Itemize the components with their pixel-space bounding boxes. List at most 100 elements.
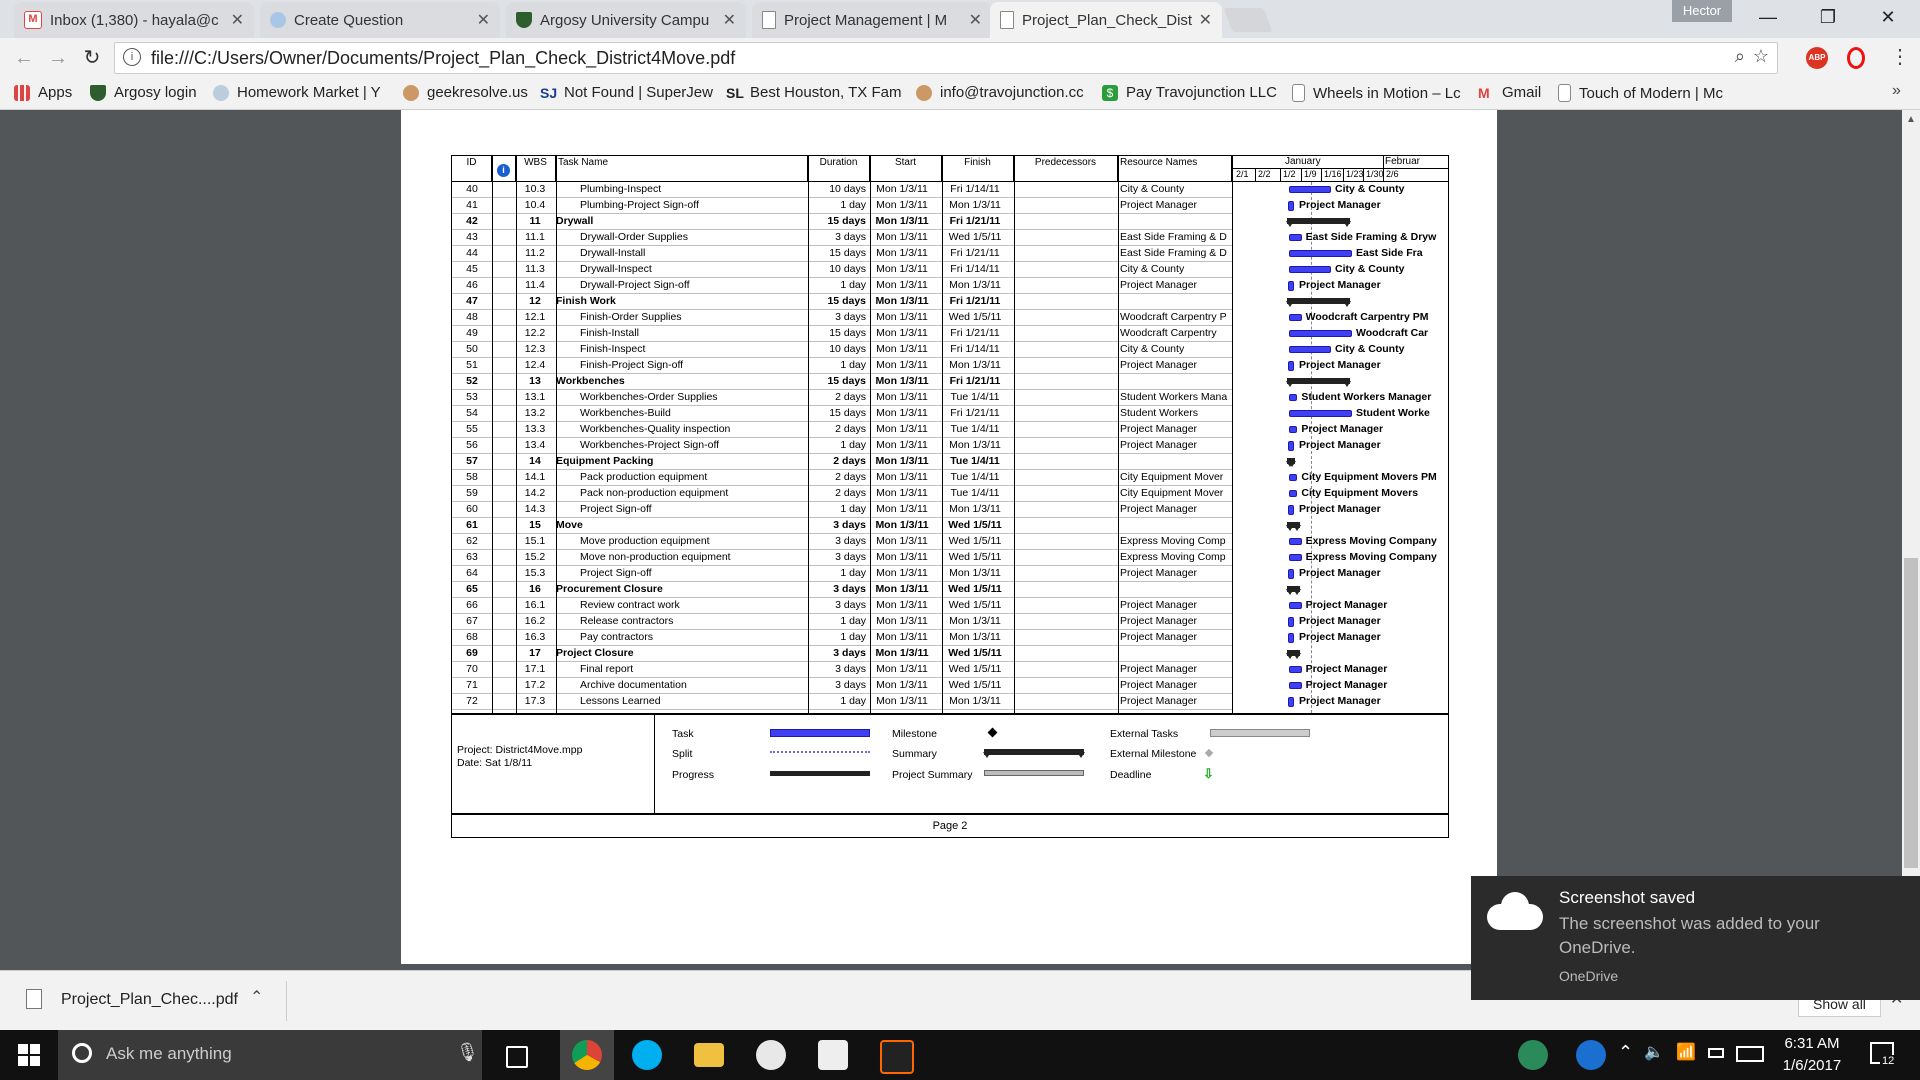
bar-resource-label: East Side Fra xyxy=(1356,247,1423,259)
close-icon[interactable]: ✕ xyxy=(231,10,244,30)
close-icon[interactable]: ✕ xyxy=(723,10,736,30)
table-row[interactable]: 44 11.2 Drywall-Install 15 days Mon 1/3/11 Fr… xyxy=(452,246,1232,262)
bookmark-gmail[interactable]: M Gmail xyxy=(1478,84,1541,101)
table-row[interactable]: 56 13.4 Workbenches-Project Sign-off 1 day M… xyxy=(452,438,1232,454)
info-icon[interactable]: i xyxy=(123,48,141,66)
bookmark-geekresolve[interactable]: geekresolve.us xyxy=(403,84,528,101)
table-row[interactable]: 40 10.3 Plumbing-Inspect 10 days Mon 1/3/11 F… xyxy=(452,182,1232,198)
file-explorer-icon[interactable] xyxy=(694,1043,724,1067)
close-icon[interactable]: ✕ xyxy=(477,10,490,30)
reload-icon[interactable]: ↻ xyxy=(78,44,106,72)
battery-icon[interactable] xyxy=(1708,1048,1724,1058)
table-row[interactable]: 49 12.2 Finish-Install 15 days Mon 1/3/11 Fri… xyxy=(452,326,1232,342)
table-row[interactable]: 48 12.1 Finish-Order Supplies 3 days Mon 1/3… xyxy=(452,310,1232,326)
skype-icon[interactable] xyxy=(632,1040,662,1070)
table-row[interactable]: 60 14.3 Project Sign-off 1 day Mon 1/3/11 Mon… xyxy=(452,502,1232,518)
adblock-icon[interactable]: ABP xyxy=(1806,47,1828,69)
table-row[interactable]: 46 11.4 Drywall-Project Sign-off 1 day Mon 1… xyxy=(452,278,1232,294)
profile-button[interactable]: Hector xyxy=(1672,0,1732,22)
bookmark-best-houston[interactable]: SL Best Houston, TX Fam xyxy=(726,84,901,101)
bookmark-apps[interactable]: Apps xyxy=(14,84,72,101)
tab-create-question[interactable]: Create Question ✕ xyxy=(260,2,500,38)
download-filename[interactable]: Project_Plan_Chec....pdf xyxy=(61,991,238,1009)
table-row[interactable]: 58 14.1 Pack production equipment 2 days Mon… xyxy=(452,470,1232,486)
more-bookmarks-icon[interactable]: » xyxy=(1892,82,1901,100)
clock-time[interactable]: 6:31 AM xyxy=(1782,1035,1842,1052)
vertical-scrollbar[interactable]: ▲ xyxy=(1902,110,1920,970)
table-row[interactable]: 41 10.4 Plumbing-Project Sign-off 1 day Mon … xyxy=(452,198,1232,214)
forward-arrow-icon[interactable]: → xyxy=(44,44,72,72)
zoom-icon[interactable]: ⌕ xyxy=(1735,46,1745,67)
tab-argosy[interactable]: Argosy University Campu ✕ xyxy=(506,2,746,38)
table-row[interactable]: 64 15.3 Project Sign-off 1 day Mon 1/3/11 Mon… xyxy=(452,566,1232,582)
cell-wbs: 10.4 xyxy=(524,199,546,211)
table-row[interactable]: 61 15 Move 3 days Mon 1/3/11 Wed 1/5/11 xyxy=(452,518,1232,534)
flame-app-icon[interactable] xyxy=(880,1040,914,1074)
windows-start-icon[interactable] xyxy=(18,1044,40,1066)
opera-icon[interactable] xyxy=(1847,47,1865,69)
tab-project-management[interactable]: Project Management | M ✕ xyxy=(752,2,992,38)
volume-icon[interactable]: 🔈 xyxy=(1644,1042,1664,1062)
close-icon[interactable]: ✕ xyxy=(1199,10,1212,30)
bookmark-argosy-login[interactable]: Argosy login xyxy=(90,84,197,101)
bookmark-star-icon[interactable]: ☆ xyxy=(1753,46,1769,67)
bookmark-superjew[interactable]: SJ Not Found | SuperJew xyxy=(540,84,713,101)
table-row[interactable]: 52 13 Workbenches 15 days Mon 1/3/11 Fri 1/21… xyxy=(452,374,1232,390)
table-row[interactable]: 68 16.3 Pay contractors 1 day Mon 1/3/11 Mon … xyxy=(452,630,1232,646)
table-row[interactable]: 57 14 Equipment Packing 2 days Mon 1/3/11 Tue… xyxy=(452,454,1232,470)
bookmark-travojunction-info[interactable]: info@travojunction.cc xyxy=(916,84,1084,101)
scroll-up-icon[interactable]: ▲ xyxy=(1906,114,1916,125)
wifi-icon[interactable]: 📶 xyxy=(1676,1042,1696,1062)
chevron-up-icon[interactable]: ⌃ xyxy=(1618,1042,1633,1063)
table-row[interactable]: 45 11.3 Drywall-Inspect 10 days Mon 1/3/11 Fr… xyxy=(452,262,1232,278)
microphone-icon[interactable]: 🎙 xyxy=(456,1042,479,1063)
taskbar-chrome[interactable] xyxy=(560,1030,614,1080)
back-arrow-icon[interactable]: ← xyxy=(10,44,38,72)
itunes-icon[interactable] xyxy=(756,1040,786,1070)
minimize-icon[interactable]: — xyxy=(1740,0,1796,36)
table-row[interactable]: 55 13.3 Workbenches-Quality inspection 2 da… xyxy=(452,422,1232,438)
timescale-month: January xyxy=(1285,156,1321,167)
clock-date[interactable]: 1/6/2017 xyxy=(1778,1057,1846,1074)
table-row[interactable]: 51 12.4 Finish-Project Sign-off 1 day Mon 1/… xyxy=(452,358,1232,374)
table-row[interactable]: 65 16 Procurement Closure 3 days Mon 1/3/11 W… xyxy=(452,582,1232,598)
table-row[interactable]: 69 17 Project Closure 3 days Mon 1/3/11 Wed 1… xyxy=(452,646,1232,662)
tab-project-plan-pdf[interactable]: Project_Plan_Check_Distr ✕ xyxy=(990,2,1222,38)
task-view-icon[interactable] xyxy=(506,1046,528,1068)
store-icon[interactable] xyxy=(818,1040,848,1070)
table-row[interactable]: 53 13.1 Workbenches-Order Supplies 2 days Mo… xyxy=(452,390,1232,406)
table-row[interactable]: 43 11.1 Drywall-Order Supplies 3 days Mon 1/… xyxy=(452,230,1232,246)
table-row[interactable]: 70 17.1 Final report 3 days Mon 1/3/11 Wed 1/… xyxy=(452,662,1232,678)
table-row[interactable]: 66 16.1 Review contract work 3 days Mon 1/3/… xyxy=(452,598,1232,614)
new-tab-button[interactable] xyxy=(1223,8,1273,32)
table-row[interactable]: 62 15.1 Move production equipment 3 days Mon… xyxy=(452,534,1232,550)
bookmark-homework-market[interactable]: Homework Market | Y xyxy=(213,84,381,101)
activity-monitor-icon[interactable] xyxy=(1518,1040,1548,1070)
timescale-week: 1/9 xyxy=(1304,169,1317,179)
table-row[interactable]: 42 11 Drywall 15 days Mon 1/3/11 Fri 1/21/11 xyxy=(452,214,1232,230)
bookmark-touch-of-modern[interactable]: Touch of Modern | Mc xyxy=(1558,84,1723,102)
menu-kebab-icon[interactable]: ⋮ xyxy=(1890,44,1910,69)
table-row[interactable]: 67 16.2 Release contractors 1 day Mon 1/3/11… xyxy=(452,614,1232,630)
help-icon[interactable] xyxy=(1576,1040,1606,1070)
bookmark-wheels-in-motion[interactable]: Wheels in Motion – Lc xyxy=(1292,84,1461,102)
bookmark-pay-travojunction[interactable]: $ Pay Travojunction LLC xyxy=(1102,84,1277,101)
restore-icon[interactable]: ❐ xyxy=(1800,0,1856,36)
onedrive-toast[interactable]: Screenshot saved The screenshot was adde… xyxy=(1471,876,1920,1000)
close-icon[interactable]: ✕ xyxy=(969,10,982,30)
table-row[interactable]: 59 14.2 Pack non-production equipment 2 day… xyxy=(452,486,1232,502)
table-row[interactable]: 72 17.3 Lessons Learned 1 day Mon 1/3/11 Mon … xyxy=(452,694,1232,710)
window-close-icon[interactable]: ✕ xyxy=(1860,0,1916,36)
table-row[interactable]: 54 13.2 Workbenches-Build 15 days Mon 1/3/11… xyxy=(452,406,1232,422)
tab-gmail[interactable]: M Inbox (1,380) - hayala@c ✕ xyxy=(14,2,254,38)
pdf-viewer[interactable]: ID i WBS Task Name Duration Start Finish… xyxy=(0,110,1920,970)
keyboard-icon[interactable] xyxy=(1736,1046,1764,1062)
table-row[interactable]: 47 12 Finish Work 15 days Mon 1/3/11 Fri 1/21… xyxy=(452,294,1232,310)
chevron-up-icon[interactable]: ⌃ xyxy=(250,987,263,1007)
cortana-search-box[interactable]: Ask me anything 🎙 xyxy=(58,1030,482,1080)
table-row[interactable]: 71 17.2 Archive documentation 3 days Mon 1/3… xyxy=(452,678,1232,694)
scrollbar-thumb[interactable] xyxy=(1904,558,1918,868)
table-row[interactable]: 63 15.2 Move non-production equipment 3 day… xyxy=(452,550,1232,566)
table-row[interactable]: 50 12.3 Finish-Inspect 10 days Mon 1/3/11 Fri… xyxy=(452,342,1232,358)
address-bar[interactable]: i file:///C:/Users/Owner/Documents/Proje… xyxy=(114,42,1778,74)
